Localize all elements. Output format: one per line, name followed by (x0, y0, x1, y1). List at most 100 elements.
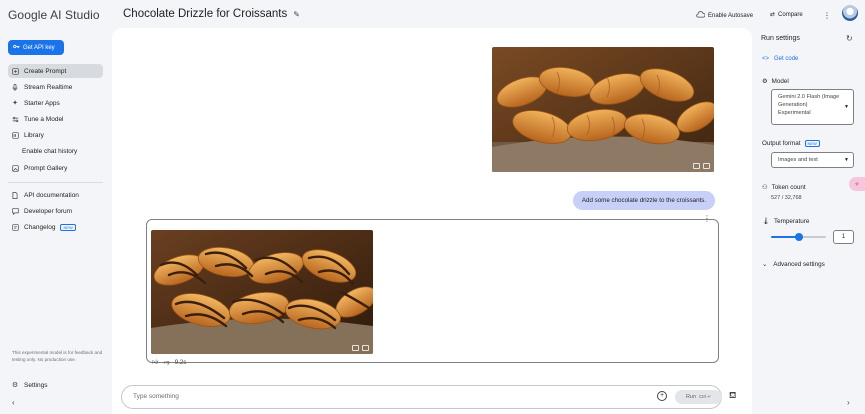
sidebar-item-label: Starter Apps (24, 99, 60, 107)
get-code-label: Get code (774, 56, 799, 62)
chevron-left-icon[interactable]: ‹ (12, 398, 15, 407)
edit-pencil-icon[interactable]: ✎ (293, 10, 300, 19)
sidebar-item-label: Library (24, 131, 44, 139)
temperature-section-label: 🌡︎ Temperature (762, 217, 810, 226)
expand-icon[interactable] (362, 345, 369, 351)
experimental-disclaimer: This experimental model is for feedback … (12, 350, 103, 362)
create-prompt-icon (11, 67, 19, 75)
chat-panel: Add some chocolate drizzle to the croiss… (112, 28, 752, 414)
temperature-label: Temperature (774, 217, 810, 225)
output-format-select-value: Images and text (778, 157, 818, 163)
run-label: Run (685, 394, 697, 400)
sidebar-divider (8, 182, 103, 183)
floating-assistant-button[interactable]: ✧ (849, 177, 865, 191)
sidebar-item-enable-chat-history[interactable]: Enable chat history (8, 144, 103, 158)
more-options-icon[interactable]: ⋮ (823, 11, 831, 20)
sidebar-item-label: Prompt Gallery (24, 164, 68, 172)
model-select-value: Gemini 2.0 Flash (Image Generation) Expe… (778, 94, 840, 116)
sidebar-item-starter-apps[interactable]: ✦ Starter Apps (8, 96, 103, 110)
add-media-icon[interactable]: + (657, 391, 667, 401)
person-icon[interactable]: ⛾ (729, 390, 736, 402)
output-format-section-label: Output format NEW (762, 140, 820, 147)
sidebar-item-prompt-gallery[interactable]: Prompt Gallery (8, 161, 103, 175)
sidebar-item-tune-model[interactable]: Tune a Model (8, 112, 103, 126)
chevron-right-icon[interactable]: › (847, 398, 850, 407)
sidebar-item-label: Enable chat history (22, 147, 78, 155)
sidebar-item-label: Stream Realtime (24, 83, 73, 91)
thermometer-icon: 🌡︎ (762, 218, 770, 225)
sidebar-item-library[interactable]: Library (8, 128, 103, 142)
new-badge: NEW (804, 140, 820, 147)
sidebar-item-stream-realtime[interactable]: Stream Realtime (8, 80, 103, 94)
model-label: Model (771, 78, 789, 85)
expand-icon[interactable] (703, 163, 710, 169)
enable-autosave-button[interactable]: Enable Autosave (696, 11, 753, 20)
sidebar-item-create-prompt[interactable]: Create Prompt (8, 64, 103, 78)
compare-icon: ⇄ (770, 12, 776, 18)
user-uploaded-image[interactable] (492, 47, 714, 172)
sparkle-icon: ✦ (12, 100, 18, 107)
response-more-options-icon[interactable]: ⋮ (703, 214, 711, 223)
sidebar-item-api-documentation[interactable]: API documentation (8, 188, 103, 202)
document-icon (11, 191, 19, 199)
code-icon: <> (762, 56, 770, 62)
prompt-input[interactable]: Type something + Run Ctrl ↵ (121, 385, 722, 409)
thumbs-down-icon[interactable]: 👎︎ (163, 358, 169, 366)
chocolate-croissant-photo (151, 230, 373, 354)
sidebar-item-settings[interactable]: ⚙ Settings (8, 378, 103, 392)
response-time: 9.2s (174, 358, 187, 366)
image-actions (693, 163, 710, 169)
sidebar-item-label: Developer forum (24, 207, 73, 215)
forum-icon (11, 207, 19, 215)
library-icon (11, 131, 19, 139)
model-icon: ⚙ (762, 78, 768, 85)
compare-button[interactable]: ⇄ Compare (770, 11, 803, 19)
output-format-select[interactable]: Images and text ▼ (771, 152, 854, 168)
sidebar-item-label: API documentation (24, 191, 79, 199)
token-count-value: 527 / 32,768 (771, 195, 802, 201)
chevron-down-icon: ⌄ (762, 261, 768, 268)
key-icon (13, 44, 20, 51)
page-title: Chocolate Drizzle for Croissants (123, 8, 288, 20)
sparkle-icon: ✧ (854, 181, 860, 188)
get-code-link[interactable]: <> Get code (762, 56, 798, 62)
temperature-input[interactable]: 1 (833, 230, 854, 244)
tune-icon (11, 115, 19, 123)
input-placeholder: Type something (133, 393, 179, 400)
gear-icon: ⚙ (11, 382, 19, 389)
image-actions (352, 345, 369, 351)
sidebar-item-developer-forum[interactable]: Developer forum (8, 204, 103, 218)
download-icon[interactable] (693, 163, 700, 169)
get-api-key-label: Get API key (23, 44, 55, 51)
temperature-slider-thumb[interactable] (794, 233, 803, 241)
avatar[interactable] (842, 5, 858, 21)
sidebar-item-label: Settings (24, 381, 48, 389)
run-button[interactable]: Run Ctrl ↵ (675, 390, 722, 404)
croissant-photo (492, 47, 714, 172)
get-api-key-button[interactable]: Get API key (8, 40, 64, 55)
output-format-label: Output format (762, 140, 801, 147)
app-logo[interactable]: Google AI Studio (8, 8, 100, 22)
run-settings-title: Run settings (761, 35, 800, 42)
autosave-label: Enable Autosave (708, 12, 754, 19)
reset-icon[interactable]: ↻ (846, 34, 853, 43)
sidebar: Google AI Studio Get API key Create Prom… (0, 0, 111, 414)
response-feedback: 👍︎ 👎︎ 9.2s (152, 358, 187, 367)
compare-label: Compare (778, 11, 803, 18)
changelog-icon (11, 223, 19, 231)
download-icon[interactable] (352, 345, 359, 351)
token-count-section-label: ⚇ Token count (762, 184, 806, 191)
thumbs-up-icon[interactable]: 👍︎ (152, 358, 158, 366)
model-select[interactable]: Gemini 2.0 Flash (Image Generation) Expe… (771, 89, 854, 125)
advanced-settings-toggle[interactable]: ⌄ Advanced settings (762, 261, 825, 268)
cloud-icon (696, 11, 706, 20)
sidebar-item-changelog[interactable]: Changelog NEW (8, 220, 103, 234)
sidebar-item-label: Create Prompt (24, 67, 67, 75)
prompt-title-area: Chocolate Drizzle for Croissants ✎ (123, 8, 300, 20)
temperature-slider[interactable] (771, 233, 826, 241)
sidebar-item-label: Tune a Model (24, 115, 64, 123)
model-section-label: ⚙ Model (762, 78, 789, 85)
run-shortcut: Ctrl ↵ (699, 394, 712, 399)
dropdown-arrow-icon: ▼ (844, 104, 849, 110)
generated-image[interactable] (151, 230, 373, 354)
